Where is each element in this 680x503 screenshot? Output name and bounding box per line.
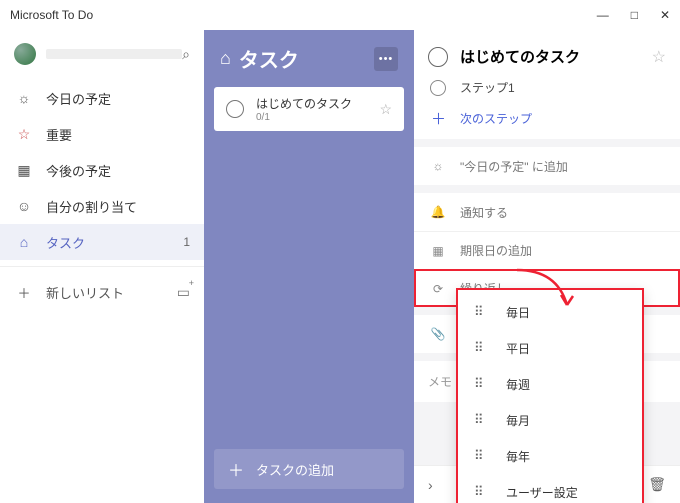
repeat-option-label: 毎月	[506, 412, 530, 429]
pattern-icon: ⠿	[474, 448, 494, 464]
sidebar-item-myday[interactable]: ☼ 今日の予定	[0, 80, 204, 116]
memo-label: メモ	[428, 375, 452, 389]
repeat-option-monthly[interactable]: ⠿ 毎月	[458, 402, 642, 438]
profile-name-placeholder	[46, 49, 182, 59]
plus-icon: ＋	[431, 108, 446, 129]
list-title: タスク	[239, 44, 366, 73]
detail-panel: はじめてのタスク ☆ ステップ1 ＋ 次のステップ ☼ "今日の予定" に追加 …	[414, 30, 680, 503]
add-task-button[interactable]: ＋ タスクの追加	[214, 449, 404, 489]
repeat-option-daily[interactable]: ⠿ 毎日	[458, 294, 642, 330]
avatar	[14, 43, 36, 65]
calendar-icon: ▦	[428, 244, 448, 258]
remind-label: 通知する	[460, 204, 508, 221]
task-count: 1	[183, 235, 190, 249]
add-step-button[interactable]: ＋ 次のステップ	[428, 102, 666, 131]
sidebar: ⌕ ☼ 今日の予定 ☆ 重要 ▦ 今後の予定 ☺ 自分の割り当て ⌂ タスク	[0, 30, 204, 503]
repeat-menu: ⠿ 毎日 ⠿ 平日 ⠿ 毎週 ⠿ 毎月 ⠿ 毎年 ⠿ ユーザー設定	[456, 288, 644, 503]
repeat-option-custom[interactable]: ⠿ ユーザー設定	[458, 474, 642, 503]
search-icon[interactable]: ⌕	[182, 46, 190, 63]
minimize-button[interactable]: —	[597, 8, 609, 22]
add-to-myday-button[interactable]: ☼ "今日の予定" に追加	[414, 147, 680, 185]
sidebar-item-label: タスク	[46, 233, 85, 252]
task-list-panel: ⌂ タスク ••• はじめてのタスク 0/1 ☆ ＋ タスクの追加	[204, 30, 414, 503]
nav-list: ☼ 今日の予定 ☆ 重要 ▦ 今後の予定 ☺ 自分の割り当て ⌂ タスク 1	[0, 80, 204, 260]
plus-icon: ＋	[228, 457, 244, 481]
maximize-button[interactable]: □	[631, 8, 638, 22]
paperclip-icon: 📎	[428, 327, 448, 341]
sidebar-item-important[interactable]: ☆ 重要	[0, 116, 204, 152]
repeat-icon: ⟳	[428, 282, 448, 296]
sidebar-item-planned[interactable]: ▦ 今後の予定	[0, 152, 204, 188]
task-title: はじめてのタスク	[256, 95, 379, 112]
detail-title[interactable]: はじめてのタスク	[460, 46, 652, 67]
star-icon[interactable]: ☆	[379, 101, 392, 118]
more-button[interactable]: •••	[374, 47, 398, 71]
close-button[interactable]: ✕	[660, 8, 670, 22]
repeat-option-label: ユーザー設定	[506, 484, 578, 501]
step-label[interactable]: ステップ1	[460, 79, 515, 96]
repeat-option-yearly[interactable]: ⠿ 毎年	[458, 438, 642, 474]
sidebar-item-label: 今後の予定	[46, 161, 111, 180]
profile-row[interactable]: ⌕	[0, 34, 204, 74]
complete-circle[interactable]	[428, 47, 448, 67]
star-icon: ☆	[14, 126, 34, 143]
list-header: ⌂ タスク •••	[214, 44, 404, 73]
new-list-label: 新しいリスト	[46, 283, 124, 302]
repeat-option-label: 毎年	[506, 448, 530, 465]
home-icon: ⌂	[220, 48, 231, 69]
bell-icon: 🔔	[428, 205, 448, 219]
new-list-button[interactable]: ＋ 新しいリスト ▭	[0, 273, 204, 311]
due-date-label: 期限日の追加	[460, 242, 532, 259]
titlebar: Microsoft To Do — □ ✕	[0, 0, 680, 30]
sidebar-item-label: 自分の割り当て	[46, 197, 137, 216]
repeat-option-label: 平日	[506, 340, 530, 357]
sidebar-item-tasks[interactable]: ⌂ タスク 1	[0, 224, 204, 260]
divider	[0, 266, 204, 267]
repeat-option-label: 毎週	[506, 376, 530, 393]
person-icon: ☺	[14, 198, 34, 214]
task-card[interactable]: はじめてのタスク 0/1 ☆	[214, 87, 404, 131]
app-title: Microsoft To Do	[10, 8, 93, 22]
repeat-option-weekdays[interactable]: ⠿ 平日	[458, 330, 642, 366]
task-sub: 0/1	[256, 112, 379, 123]
step-circle[interactable]	[430, 80, 446, 96]
sun-icon: ☼	[14, 90, 34, 106]
calendar-icon: ▦	[14, 162, 34, 179]
add-step-label: 次のステップ	[460, 110, 532, 127]
remind-button[interactable]: 🔔 通知する	[414, 193, 680, 231]
collapse-detail-button[interactable]: ›	[428, 477, 433, 493]
pattern-icon: ⠿	[474, 412, 494, 428]
star-icon[interactable]: ☆	[652, 47, 666, 67]
pattern-icon: ⠿	[474, 484, 494, 500]
detail-header: はじめてのタスク ☆ ステップ1 ＋ 次のステップ	[414, 30, 680, 139]
add-group-icon[interactable]: ▭	[177, 284, 190, 301]
home-icon: ⌂	[14, 234, 34, 250]
pattern-icon: ⠿	[474, 304, 494, 320]
repeat-option-weekly[interactable]: ⠿ 毎週	[458, 366, 642, 402]
add-to-myday-label: "今日の予定" に追加	[460, 158, 568, 175]
complete-circle[interactable]	[226, 100, 244, 118]
repeat-option-label: 毎日	[506, 304, 530, 321]
sidebar-item-assigned[interactable]: ☺ 自分の割り当て	[0, 188, 204, 224]
delete-task-button[interactable]: 🗑	[648, 476, 666, 493]
sidebar-item-label: 重要	[46, 125, 72, 144]
plus-icon: ＋	[14, 283, 34, 302]
pattern-icon: ⠿	[474, 376, 494, 392]
window-controls: — □ ✕	[597, 8, 670, 22]
add-task-label: タスクの追加	[256, 460, 334, 479]
pattern-icon: ⠿	[474, 340, 494, 356]
sidebar-item-label: 今日の予定	[46, 89, 111, 108]
due-date-button[interactable]: ▦ 期限日の追加	[414, 231, 680, 269]
sun-icon: ☼	[428, 159, 448, 173]
